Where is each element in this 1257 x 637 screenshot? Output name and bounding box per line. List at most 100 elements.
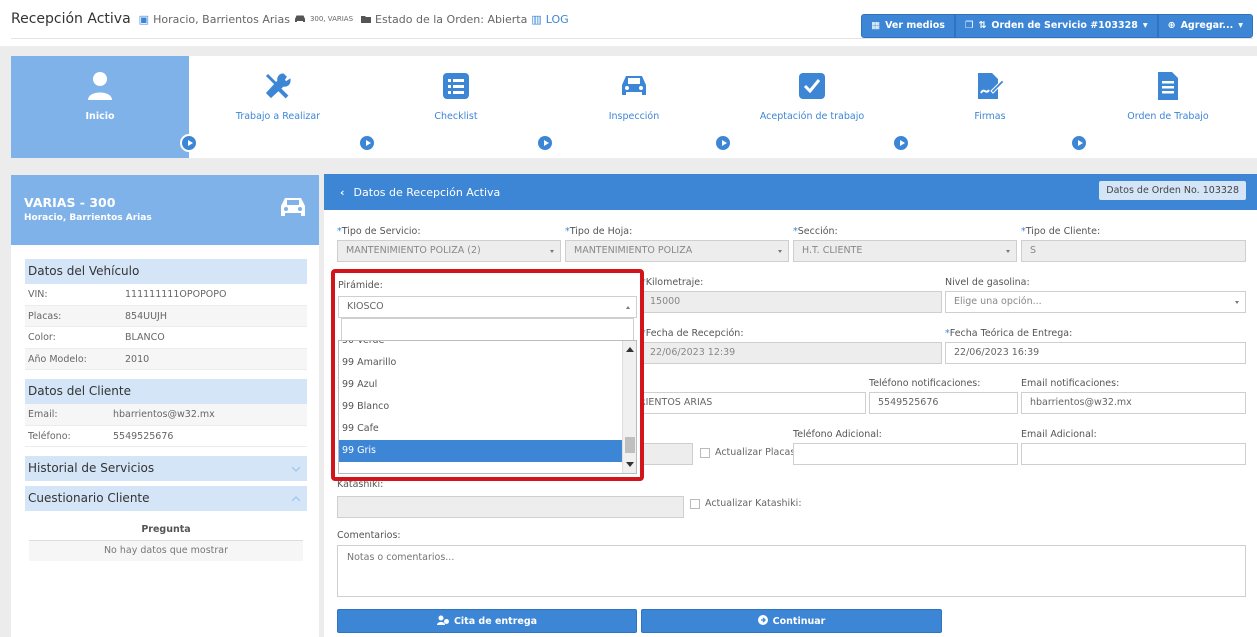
- list-item[interactable]: 99 Blanco: [339, 396, 636, 418]
- tipo-servicio-select[interactable]: MANTENIMIENTO POLIZA (2): [337, 240, 561, 262]
- id-card-icon: ▣: [138, 12, 150, 26]
- chevron-down-icon: [292, 466, 300, 472]
- data-row: VIN: 111111111OPOPOPO: [25, 284, 307, 306]
- section-title: Datos del Cliente: [25, 379, 307, 404]
- step-inspeccion[interactable]: Inspección: [545, 56, 732, 158]
- list-item[interactable]: 99 Azul: [339, 374, 636, 396]
- list-item-selected[interactable]: 99 Gris: [339, 440, 636, 462]
- sort-icon: ⇅: [978, 20, 987, 31]
- copy-icon: ❐: [964, 20, 974, 31]
- scrollbar[interactable]: [622, 341, 636, 473]
- piramide-search-input[interactable]: [341, 318, 634, 341]
- step-next-arrow-icon[interactable]: [892, 134, 910, 152]
- scroll-down-icon[interactable]: [626, 462, 634, 467]
- step-next-arrow-icon[interactable]: [180, 134, 198, 152]
- vehicle-header: VARIAS - 300 Horacio, Barrientos Arias: [11, 175, 319, 245]
- step-next-arrow-icon[interactable]: [358, 134, 376, 152]
- list-item[interactable]: 99 Cafe: [339, 418, 636, 440]
- log-link[interactable]: LOG: [546, 13, 569, 26]
- list-item[interactable]: 50 Verde: [339, 341, 636, 352]
- tipo-cliente-input[interactable]: S: [1021, 240, 1246, 262]
- history-accordion-header[interactable]: Historial de Servicios: [25, 456, 307, 481]
- history-section[interactable]: Historial de Servicios: [25, 456, 307, 481]
- step-checklist[interactable]: Checklist: [367, 56, 554, 158]
- car-icon: [278, 195, 308, 222]
- folder-icon: [361, 13, 372, 26]
- scroll-up-icon[interactable]: [626, 347, 634, 352]
- tel-notificaciones-input[interactable]: 5549525676: [869, 392, 1018, 414]
- data-row: Color: BLANCO: [25, 327, 307, 349]
- email-notificaciones-input[interactable]: hbarrientos@w32.mx: [1021, 392, 1246, 414]
- order-status: Estado de la Orden: Abierta: [375, 12, 528, 26]
- gasolina-select[interactable]: Elige una opción...: [945, 291, 1246, 313]
- continuar-button[interactable]: Continuar: [641, 609, 942, 633]
- actualizar-katashiki-checkbox[interactable]: Actualizar Katashiki:: [690, 498, 802, 509]
- table-header: Pregunta: [29, 519, 303, 541]
- piramide-select[interactable]: KIOSCO: [338, 296, 637, 318]
- car-icon: [618, 70, 650, 102]
- fecha-recepcion-input[interactable]: 22/06/2023 12:39: [641, 342, 942, 364]
- grid-icon: ▦: [871, 20, 881, 31]
- step-aceptacion[interactable]: Aceptación de trabajo: [723, 56, 910, 158]
- data-row: Año Modelo: 2010: [25, 348, 307, 370]
- tel-notificaciones-field: Teléfono notificaciones: 5549525676: [869, 378, 1018, 414]
- top-header: Recepción Activa ▣ Horacio, Barrientos A…: [0, 0, 1257, 46]
- step-next-arrow-icon[interactable]: [1070, 134, 1088, 152]
- kilometraje-input[interactable]: 15000: [641, 291, 942, 313]
- panel-header: ‹ Datos de Recepción Activa Datos de Ord…: [324, 174, 1257, 210]
- step-next-arrow-icon[interactable]: [714, 134, 732, 152]
- vehicle-subtitle: Horacio, Barrientos Arias: [24, 213, 152, 223]
- empty-row: No hay datos que mostrar: [29, 541, 303, 561]
- piramide-options-list: 50 Verde 99 Amarillo 99 Azul 99 Blanco 9…: [338, 340, 637, 474]
- checkbox-box[interactable]: [690, 498, 700, 509]
- kilometraje-field: *Kilometraje: 15000: [641, 277, 942, 313]
- step-firmas[interactable]: Firmas: [901, 56, 1088, 158]
- seccion-select[interactable]: H.T. CLIENTE: [793, 240, 1017, 262]
- agregar-button[interactable]: ⊕ Agregar... ▾: [1157, 14, 1253, 38]
- user-clock-icon: [436, 615, 449, 628]
- orden-servicio-button[interactable]: ❐ ⇅ Orden de Servicio #103328 ▾: [954, 14, 1158, 38]
- chevron-up-icon: [292, 496, 300, 502]
- panel-title: Datos de Recepción Activa: [353, 185, 501, 199]
- tel-adicional-input[interactable]: [793, 443, 1018, 465]
- tipo-hoja-select[interactable]: MANTENIMIENTO POLIZA: [565, 240, 789, 262]
- fecha-entrega-input[interactable]: 22/06/2023 16:39: [945, 342, 1246, 364]
- step-trabajo[interactable]: Trabajo a Realizar: [189, 56, 376, 158]
- caret-down-icon: [1006, 250, 1010, 253]
- fecha-recepcion-field: *Fecha de Recepción: 22/06/2023 12:39: [641, 328, 942, 364]
- gasolina-field: Nivel de gasolina: Elige una opción...: [945, 277, 1246, 313]
- ver-medios-button[interactable]: ▦ Ver medios: [861, 14, 955, 38]
- step-inicio[interactable]: Inicio: [11, 56, 198, 158]
- email-adicional-input[interactable]: [1021, 443, 1246, 465]
- katashiki-input[interactable]: [337, 496, 684, 518]
- arrow-circle-right-icon: [757, 614, 768, 628]
- list-item[interactable]: 99 Amarillo: [339, 352, 636, 374]
- nombre-notificaciones-field: RIENTOS ARIAS: [630, 392, 866, 414]
- dropdown-caret-icon: ▾: [1238, 20, 1243, 31]
- header-meta: ▣ Horacio, Barrientos Arias 300, VARIAS …: [139, 13, 569, 26]
- data-row: Teléfono: 5549525676: [25, 426, 307, 447]
- cita-entrega-button[interactable]: Cita de entrega: [337, 609, 637, 633]
- checkbox-box[interactable]: [700, 447, 710, 458]
- tipo-servicio-field: *Tipo de Servicio: MANTENIMIENTO POLIZA …: [337, 226, 561, 262]
- header-button-group: ▦ Ver medios ❐ ⇅ Orden de Servicio #1033…: [861, 14, 1253, 38]
- document-icon: [1152, 70, 1184, 102]
- vehicle-data-section: Datos del Vehículo VIN: 111111111OPOPOPO …: [25, 259, 307, 370]
- step-orden-trabajo[interactable]: Orden de Trabajo: [1079, 56, 1257, 158]
- scroll-thumb[interactable]: [625, 437, 635, 453]
- actualizar-placas-checkbox[interactable]: Actualizar Placas:: [700, 447, 799, 458]
- data-row: Email: hbarrientos@w32.mx: [25, 404, 307, 426]
- signature-icon: [974, 70, 1006, 102]
- header-vehicle: 300, VARIAS: [309, 15, 354, 23]
- comentarios-textarea[interactable]: [337, 545, 1246, 597]
- chevron-left-icon[interactable]: ‹: [340, 186, 345, 199]
- question-table: Pregunta No hay datos que mostrar: [29, 519, 303, 561]
- nombre-notificaciones-input[interactable]: RIENTOS ARIAS: [630, 392, 866, 414]
- katashiki-field: Katashiki:: [337, 479, 684, 518]
- step-next-arrow-icon[interactable]: [536, 134, 554, 152]
- caret-up-icon: [626, 306, 630, 309]
- questionnaire-accordion-header[interactable]: Cuestionario Cliente: [25, 486, 307, 511]
- check-square-icon: [796, 70, 828, 102]
- caret-down-icon: [1235, 301, 1239, 304]
- fecha-entrega-field: *Fecha Teórica de Entrega: 22/06/2023 16…: [945, 328, 1246, 364]
